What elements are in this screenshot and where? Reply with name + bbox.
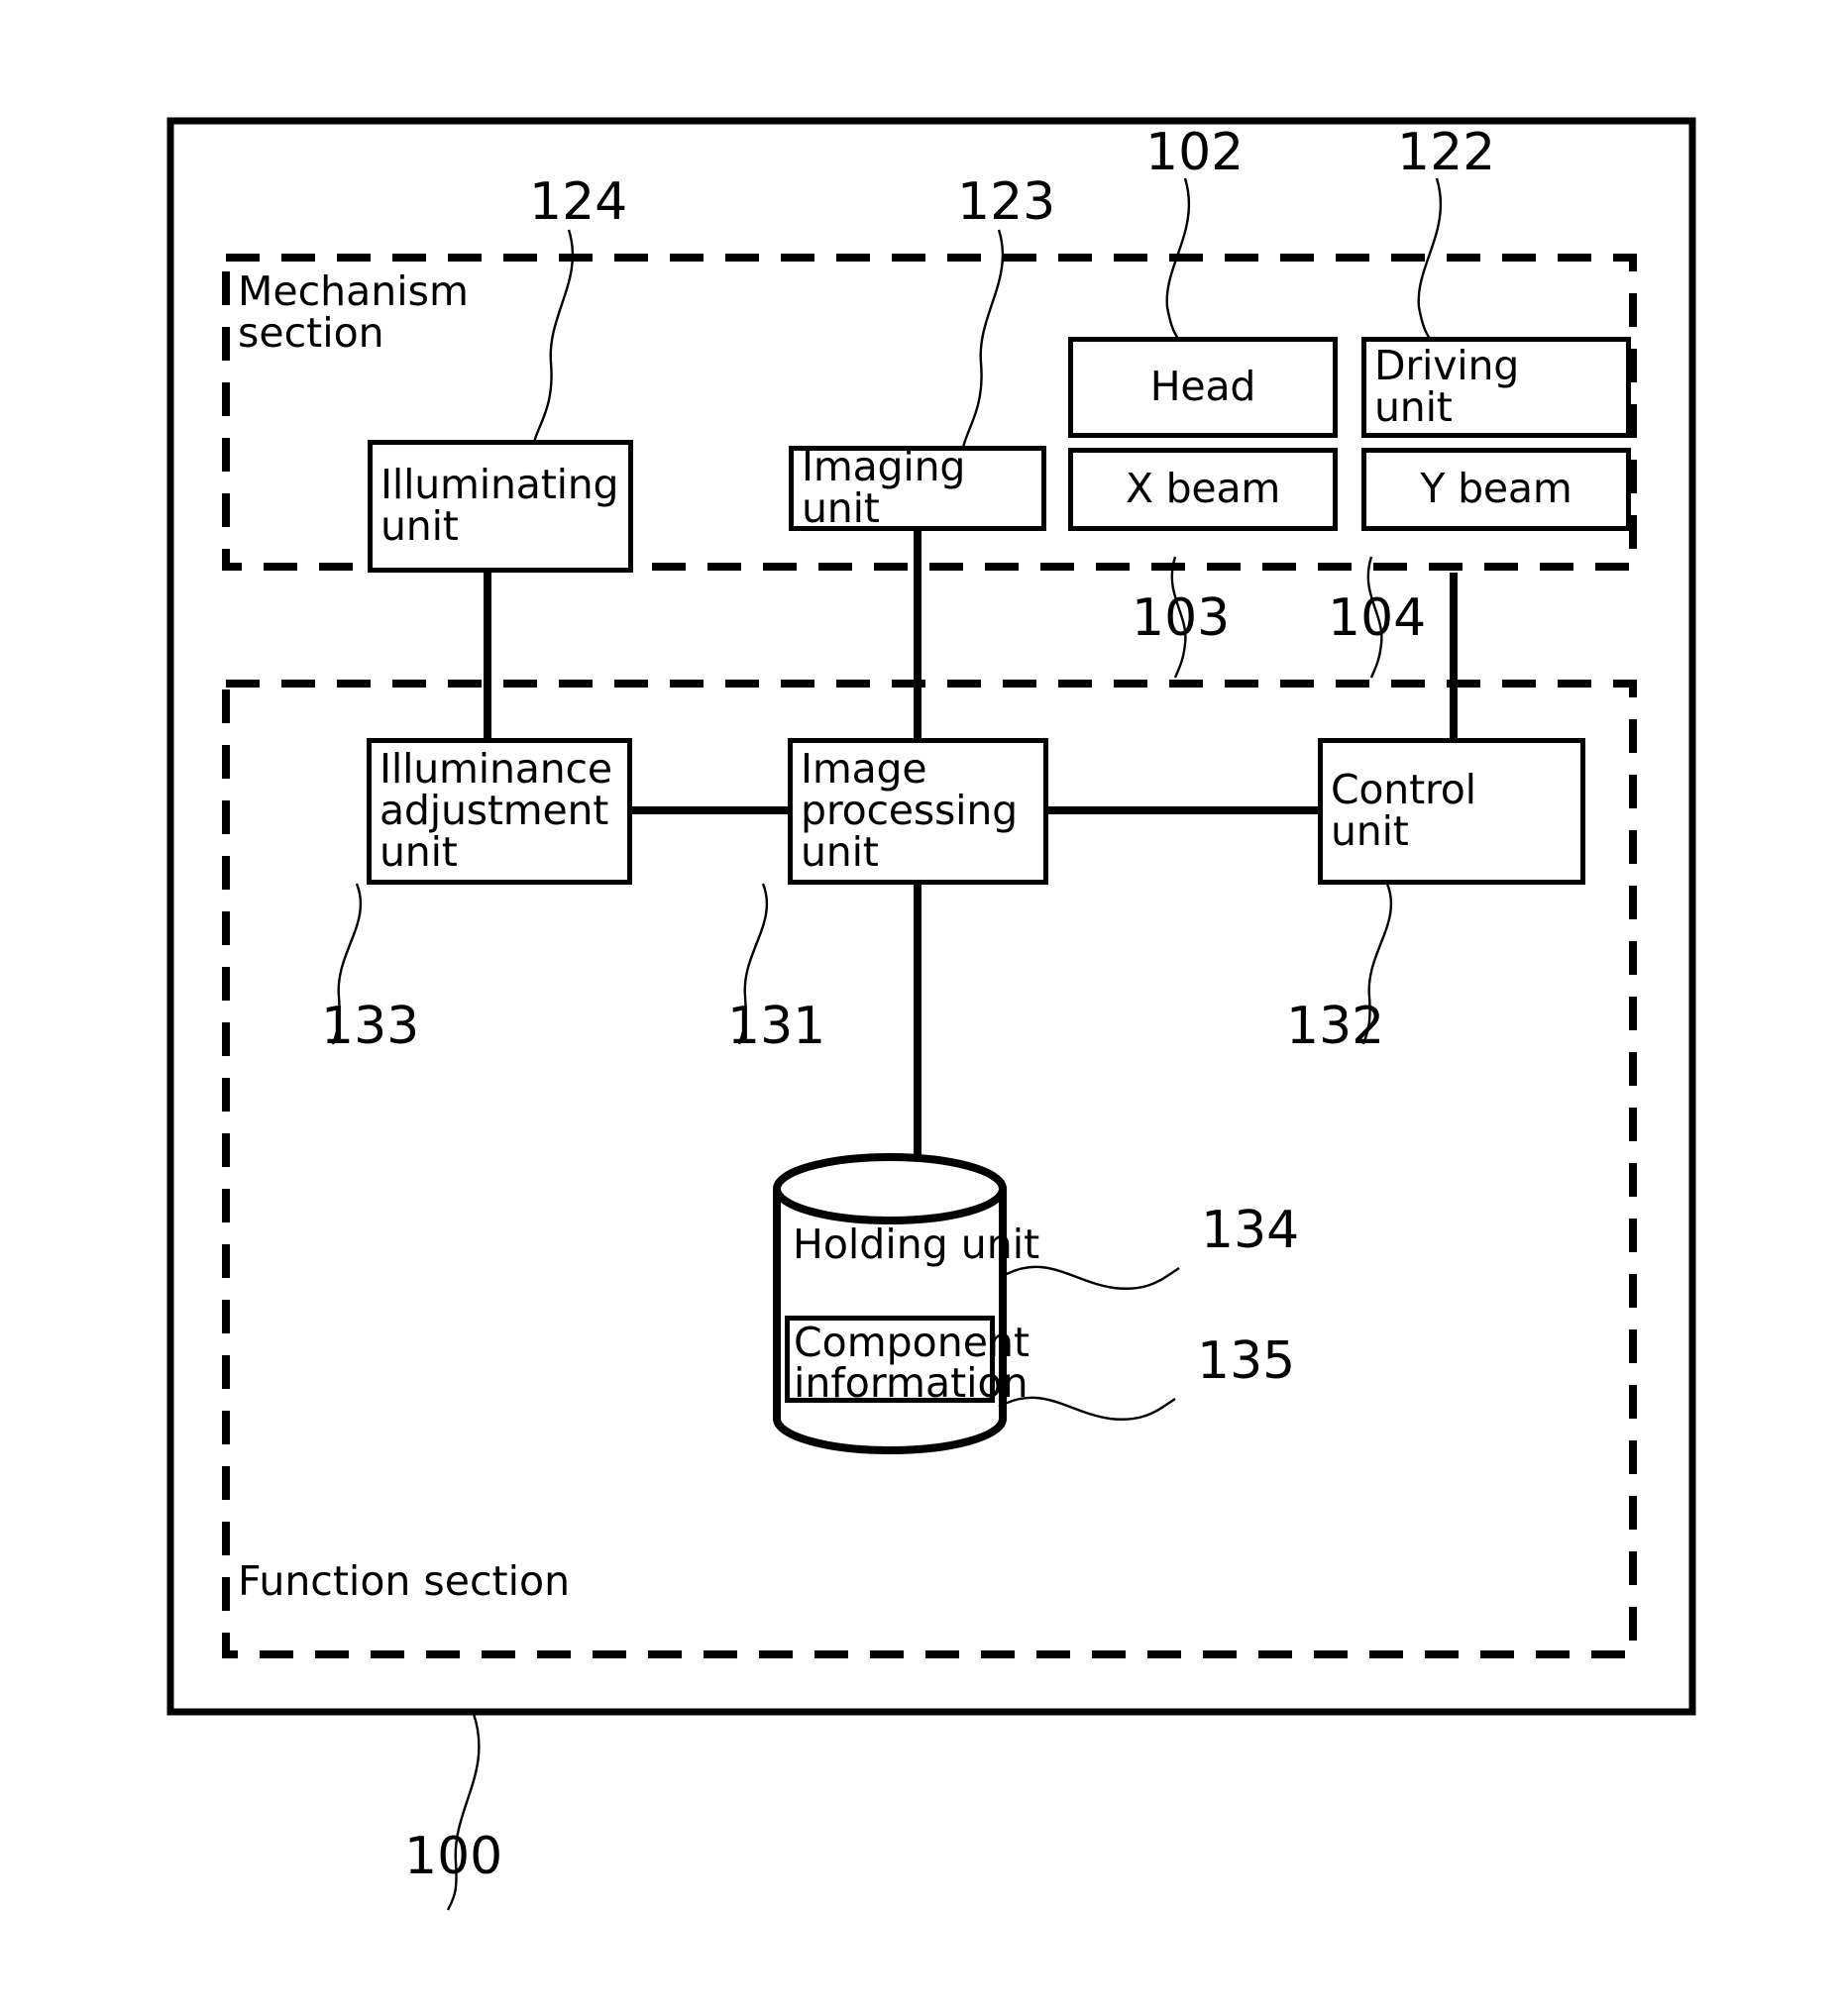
patent-figure: Mechanism section Function section Illum… <box>0 0 1843 2016</box>
box-image-processing-unit[interactable]: Image processing unit <box>788 738 1048 885</box>
box-illuminance-adjustment-unit-label: Illuminance adjustment unit <box>379 745 612 876</box>
ref-number-102: 102 <box>1145 123 1245 182</box>
ref-number-132: 132 <box>1286 997 1385 1056</box>
box-head-label: Head <box>1149 363 1256 411</box>
box-y-beam[interactable]: Y beam <box>1361 448 1631 531</box>
ref-number-133: 133 <box>321 997 420 1056</box>
box-control-unit[interactable]: Control unit <box>1318 738 1585 885</box>
ref-number-100: 100 <box>404 1827 503 1886</box>
mechanism-section-label: Mechanism section <box>238 267 469 357</box>
box-imaging-unit-label: Imaging unit <box>802 443 966 532</box>
box-illuminating-unit-label: Illuminating unit <box>380 461 619 550</box>
box-driving-unit-label: Driving unit <box>1374 342 1520 431</box>
holding-unit-label: Holding unit <box>793 1220 1040 1268</box>
ref-number-124: 124 <box>529 172 628 232</box>
ref-number-103: 103 <box>1132 588 1231 648</box>
component-information-label: Component information <box>794 1319 1030 1407</box>
leader-123 <box>961 229 1005 449</box>
box-control-unit-label: Control unit <box>1331 766 1476 855</box>
ref-number-104: 104 <box>1328 588 1427 648</box>
component-information-box[interactable]: Component information <box>785 1316 1030 1404</box>
box-driving-unit[interactable]: Driving unit <box>1361 337 1631 438</box>
ref-number-122: 122 <box>1397 123 1496 182</box>
leader-124 <box>531 229 575 447</box>
ref-number-131: 131 <box>727 997 826 1056</box>
box-image-processing-unit-label: Image processing unit <box>801 745 1018 876</box>
box-imaging-unit[interactable]: Imaging unit <box>789 446 1046 531</box>
function-section-label: Function section <box>238 1557 571 1605</box>
leader-lines <box>331 177 1443 1911</box>
box-head[interactable]: Head <box>1068 337 1338 438</box>
box-illuminating-unit[interactable]: Illuminating unit <box>368 440 633 573</box>
ref-number-135: 135 <box>1197 1331 1296 1391</box>
leader-134 <box>1002 1265 1180 1290</box>
box-x-beam[interactable]: X beam <box>1068 448 1338 531</box>
box-y-beam-label: Y beam <box>1420 465 1572 513</box>
box-x-beam-label: X beam <box>1125 465 1281 513</box>
box-illuminance-adjustment-unit[interactable]: Illuminance adjustment unit <box>367 738 632 885</box>
ref-number-134: 134 <box>1201 1201 1300 1260</box>
ref-number-123: 123 <box>957 172 1056 232</box>
